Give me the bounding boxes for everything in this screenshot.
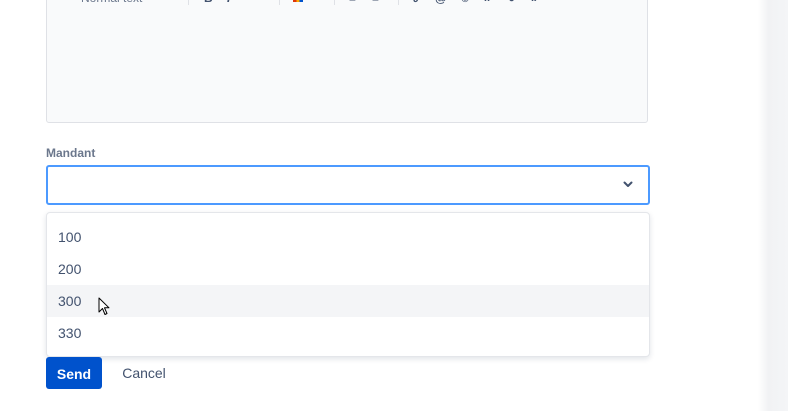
toolbar-divider — [398, 0, 399, 5]
code-icon[interactable]: ‹› — [483, 0, 491, 5]
text-style-dropdown[interactable]: Normal text — [81, 0, 142, 5]
toolbar-divider — [334, 0, 335, 5]
italic-icon[interactable]: I — [227, 0, 230, 5]
info-icon[interactable]: ● — [508, 0, 515, 5]
link-icon[interactable]: ∂ — [413, 0, 419, 5]
mention-icon[interactable]: @ — [435, 0, 447, 5]
emoji-icon[interactable]: ☺ — [459, 0, 471, 5]
dropdown-option[interactable]: 330 — [47, 317, 649, 349]
rich-text-editor[interactable]: Normal text B I ≡ ≡ ∂ @ ☺ ‹› ● » — [46, 0, 648, 123]
quote-icon[interactable]: » — [531, 0, 538, 5]
chevron-down-icon[interactable] — [622, 178, 634, 190]
bullet-list-icon[interactable]: ≡ — [372, 0, 379, 5]
send-button[interactable]: Send — [46, 357, 102, 389]
bold-icon[interactable]: B — [204, 0, 213, 5]
editor-toolbar: Normal text B I ≡ ≡ ∂ @ ☺ ‹› ● » — [47, 0, 647, 5]
numbered-list-icon[interactable]: ≡ — [349, 0, 356, 5]
mouse-cursor-icon — [98, 297, 110, 315]
dropdown-option[interactable]: 200 — [47, 253, 649, 285]
mandant-select[interactable] — [46, 165, 650, 205]
toolbar-divider — [188, 0, 189, 5]
toolbar-divider — [279, 0, 280, 5]
side-panel-edge — [758, 0, 788, 411]
dropdown-option[interactable]: 300 — [47, 285, 649, 317]
cancel-button[interactable]: Cancel — [110, 357, 178, 389]
mandant-dropdown-menu: 100 200 300 330 — [46, 212, 650, 357]
mandant-label: Mandant — [46, 146, 96, 160]
text-color-icon[interactable] — [293, 0, 303, 2]
dropdown-option[interactable]: 100 — [47, 221, 649, 253]
